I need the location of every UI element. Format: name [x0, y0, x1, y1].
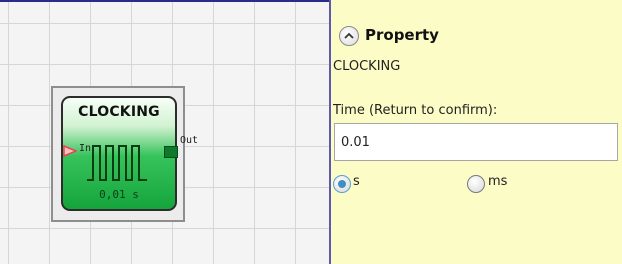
radio-selected-dot — [338, 180, 346, 188]
unit-radio-s[interactable] — [333, 175, 351, 193]
pulse-wave-icon — [87, 145, 147, 181]
output-port-icon[interactable] — [164, 146, 178, 158]
output-port-label: Out — [180, 135, 199, 146]
input-arrow-icon[interactable] — [63, 145, 77, 157]
block-title: CLOCKING — [78, 104, 160, 120]
time-input[interactable] — [334, 123, 618, 161]
unit-label-ms[interactable]: ms — [488, 174, 507, 189]
collapse-button[interactable] — [339, 26, 359, 46]
panel-title: Property — [365, 26, 439, 44]
time-field-label: Time (Return to confirm): — [333, 103, 498, 118]
unit-label-s[interactable]: s — [353, 174, 360, 189]
component-name: CLOCKING — [333, 59, 401, 74]
block-time-value: 0,01 s — [99, 188, 139, 201]
chevron-up-icon — [344, 32, 354, 39]
unit-radio-ms[interactable] — [467, 175, 485, 193]
input-port-label: In — [79, 143, 92, 154]
